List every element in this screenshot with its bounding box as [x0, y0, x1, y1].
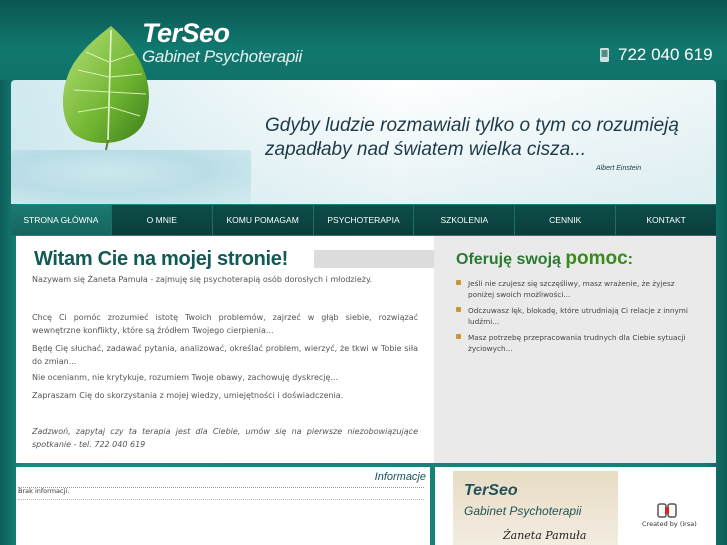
info-box: Informacje Brak informacji. [16, 467, 430, 545]
phone-icon [600, 48, 609, 62]
phone-contact: 722 040 619 [598, 45, 713, 65]
banner-quote: Gdyby ludzie rozmawiali tylko o tym co r… [265, 114, 685, 162]
info-divider-bottom [18, 499, 424, 500]
nav-item-about[interactable]: O MNIE [112, 205, 213, 235]
list-item: Jeśli nie czujesz się szczęśliwy, masz w… [454, 279, 702, 300]
quote-line-2: zapadłaby nad światem wielka cisza... [265, 139, 587, 160]
creator-logo-icon[interactable] [657, 503, 677, 518]
help-heading-part2: pomoc [565, 248, 628, 269]
nav-item-psychotherapy[interactable]: PSYCHOTERAPIA [314, 205, 415, 235]
quote-line-1: Gdyby ludzie rozmawiali tylko o tym co r… [265, 115, 679, 136]
paragraph-1: Chcę Ci pomóc zrozumieć istotę Twoich pr… [32, 313, 418, 335]
info-text: Brak informacji. [18, 487, 70, 495]
main-content: Witam Cie na mojej stronie! Nazywam się … [16, 236, 716, 463]
quote-author: Albert Einstein [596, 165, 642, 172]
nav-item-home[interactable]: STRONA GŁÓWNA [11, 205, 112, 235]
bullet-icon [456, 280, 461, 285]
paragraph-2: Będę Cię słuchać, zadawać pytania, anali… [32, 344, 418, 366]
info-heading: Informacje [374, 471, 426, 483]
card-title: TerSeo [464, 482, 518, 499]
nav-item-trainings[interactable]: SZKOLENIA [414, 205, 516, 235]
footer-right: TerSeo Gabinet Psychoterapii Żaneta Pamu… [435, 467, 716, 545]
help-heading-part3: : [627, 251, 633, 268]
nav-item-who-i-help[interactable]: KOMU POMAGAM [213, 205, 314, 235]
main-navigation: STRONA GŁÓWNA O MNIE KOMU POMAGAM PSYCHO… [11, 205, 716, 235]
help-list: Jeśli nie czujesz się szczęśliwy, masz w… [454, 279, 702, 360]
help-section: Oferuję swoją pomoc: Jeśli nie czujesz s… [434, 236, 716, 463]
phone-number: 722 040 619 [618, 45, 713, 64]
list-item: Masz potrzebę przepracowania trudnych dl… [454, 333, 702, 354]
bullet-icon [456, 334, 461, 339]
help-heading: Oferuję swoją pomoc: [456, 248, 633, 270]
card-signature: Żaneta Pamuła [503, 529, 587, 542]
bullet-icon [456, 307, 461, 312]
credits-text[interactable]: Created by (irsa) [642, 520, 697, 528]
card-subtitle: Gabinet Psychoterapii [464, 504, 582, 518]
paragraph-3: Nie ocenianm, nie krytykuje, rozumiem Tw… [32, 373, 339, 382]
list-item: Odczuwasz lęk, blokadę, które utrudniają… [454, 306, 702, 327]
nav-item-contact[interactable]: KONTAKT [616, 205, 716, 235]
welcome-section: Witam Cie na mojej stronie! Nazywam się … [16, 236, 434, 463]
help-item-text: Jeśli nie czujesz się szczęśliwy, masz w… [468, 279, 675, 299]
call-to-action: Zadzwoń, zapytaj czy ta terapia jest dla… [32, 427, 418, 449]
heading-underline-bar [314, 250, 434, 268]
paragraph-4: Zapraszam Cię do skorzystania z mojej wi… [32, 391, 344, 400]
leaf-icon [62, 26, 149, 151]
help-item-text: Odczuwasz lęk, blokadę, które utrudniają… [468, 306, 688, 326]
help-heading-part1: Oferuję swoją [456, 251, 561, 268]
logo-subtitle: Gabinet Psychoterapii [142, 47, 303, 66]
nav-item-prices[interactable]: CENNIK [515, 205, 617, 235]
info-divider [18, 487, 424, 488]
intro-text: Nazywam się Żaneta Pamuła - zajmuję się … [32, 275, 373, 284]
help-item-text: Masz potrzebę przepracowania trudnych dl… [468, 333, 686, 353]
business-card[interactable]: TerSeo Gabinet Psychoterapii Żaneta Pamu… [453, 471, 618, 545]
welcome-heading: Witam Cie na mojej stronie! [34, 248, 288, 270]
